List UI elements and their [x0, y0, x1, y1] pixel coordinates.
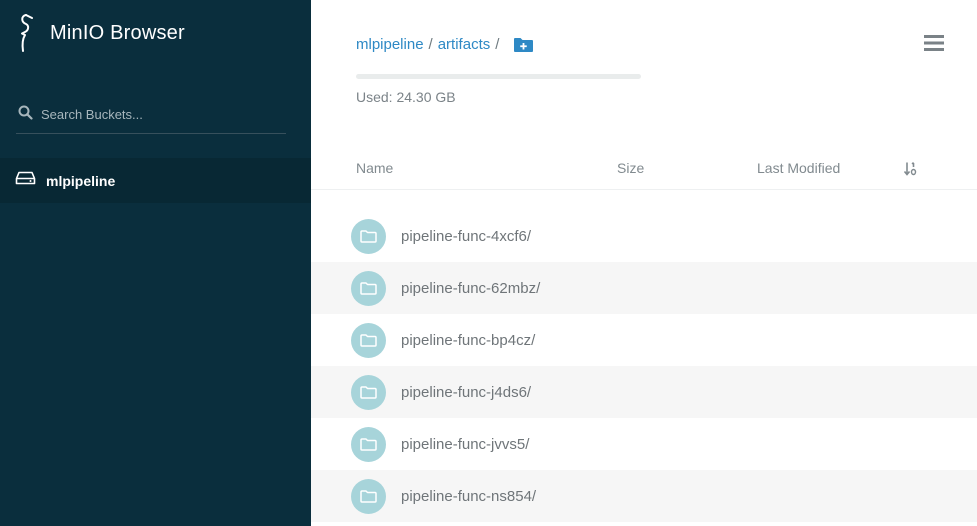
folder-icon	[351, 478, 386, 514]
minio-bird-icon	[14, 13, 36, 53]
table-header: Name Size Last Modified	[311, 150, 977, 190]
hamburger-menu-icon[interactable]	[924, 34, 944, 52]
breadcrumb: mlpipeline / artifacts /	[356, 36, 534, 53]
breadcrumb-separator: /	[495, 36, 500, 53]
sidebar-item-mlpipeline[interactable]: mlpipeline	[0, 158, 311, 203]
folder-plus-icon[interactable]	[513, 37, 534, 53]
list-item[interactable]: pipeline-func-bp4cz/	[311, 314, 977, 366]
object-name: pipeline-func-4xcf6/	[401, 227, 532, 245]
object-name: pipeline-func-jvvs5/	[401, 435, 530, 453]
folder-icon	[351, 270, 386, 306]
object-name: pipeline-func-ns854/	[401, 487, 537, 505]
column-header-size[interactable]: Size	[617, 160, 644, 176]
search-buckets-input[interactable]	[41, 107, 271, 122]
usage-progress-bar	[356, 74, 641, 79]
folder-icon	[351, 322, 386, 358]
sidebar: MinIO Browser mlpipeline	[0, 0, 311, 526]
main-panel: mlpipeline / artifacts / Used: 24.30 GB …	[311, 0, 977, 526]
breadcrumb-item-bucket[interactable]: mlpipeline	[356, 36, 424, 53]
sidebar-item-label: mlpipeline	[46, 172, 116, 189]
list-item[interactable]: pipeline-func-jvvs5/	[311, 418, 977, 470]
app-title: MinIO Browser	[50, 21, 185, 44]
folder-icon	[351, 218, 386, 254]
list-item[interactable]: pipeline-func-4xcf6/	[311, 210, 977, 262]
breadcrumb-separator: /	[428, 36, 433, 53]
search-icon	[16, 105, 33, 125]
usage-text: Used: 24.30 GB	[356, 89, 456, 105]
object-name: pipeline-func-bp4cz/	[401, 331, 536, 349]
minio-browser-app: MinIO Browser mlpipeline	[0, 0, 977, 526]
sort-icon[interactable]	[903, 161, 917, 179]
drive-icon	[15, 171, 36, 190]
search-bar	[16, 96, 286, 134]
column-header-last-modified[interactable]: Last Modified	[757, 160, 840, 176]
object-list: pipeline-func-4xcf6/ pipeline-func-62mbz…	[311, 210, 977, 522]
object-name: pipeline-func-62mbz/	[401, 279, 541, 297]
list-item[interactable]: pipeline-func-j4ds6/	[311, 366, 977, 418]
list-item[interactable]: pipeline-func-ns854/	[311, 470, 977, 522]
folder-icon	[351, 426, 386, 462]
object-name: pipeline-func-j4ds6/	[401, 383, 532, 401]
column-header-name[interactable]: Name	[356, 160, 393, 176]
list-item[interactable]: pipeline-func-62mbz/	[311, 262, 977, 314]
breadcrumb-item-folder[interactable]: artifacts	[438, 36, 491, 53]
logo: MinIO Browser	[14, 13, 185, 53]
folder-icon	[351, 374, 386, 410]
